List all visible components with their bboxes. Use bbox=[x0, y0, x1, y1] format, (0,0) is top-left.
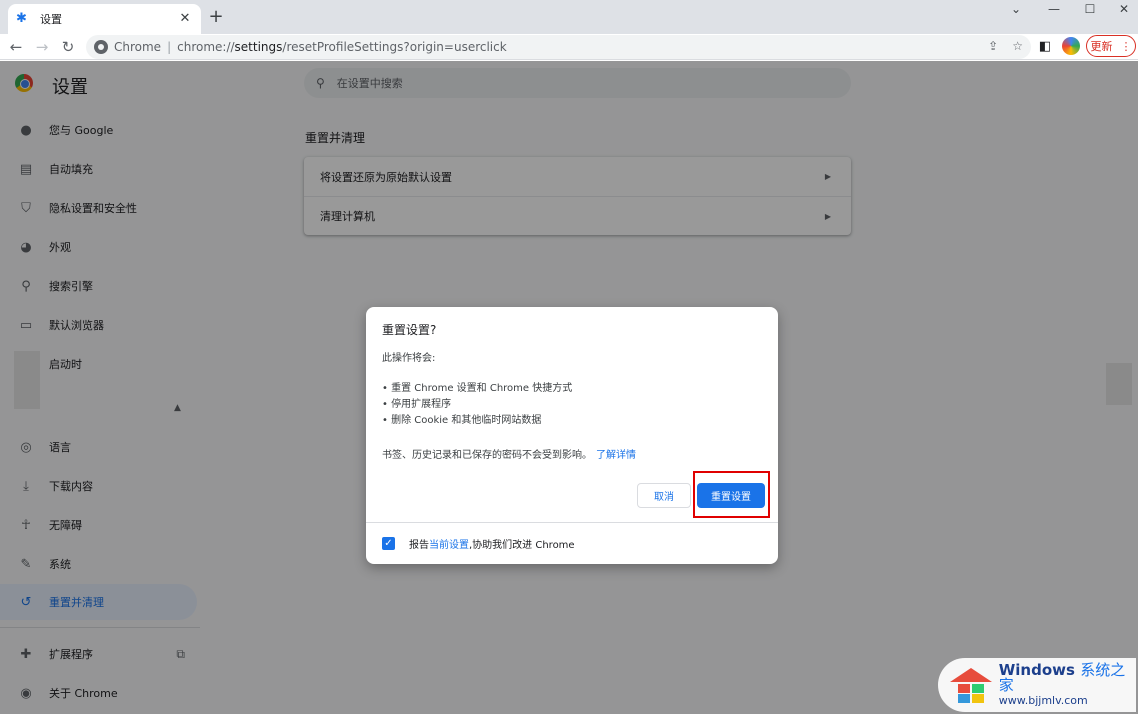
tab-settings[interactable]: ✱ 设置 ✕ bbox=[8, 4, 201, 34]
chevron-down-icon[interactable]: ⌄ bbox=[998, 0, 1034, 20]
back-button[interactable]: ← bbox=[6, 37, 26, 57]
list-item: 重置 Chrome 设置和 Chrome 快捷方式 bbox=[382, 381, 572, 397]
cancel-button[interactable]: 取消 bbox=[637, 483, 691, 508]
learn-more-link[interactable]: 了解详情 bbox=[596, 450, 636, 461]
more-icon: ⋮ bbox=[1120, 39, 1132, 53]
dialog-effects-list: 重置 Chrome 设置和 Chrome 快捷方式 停用扩展程序 删除 Cook… bbox=[382, 381, 572, 429]
new-tab-button[interactable]: + bbox=[206, 7, 226, 27]
minimize-button[interactable]: — bbox=[1036, 0, 1072, 20]
star-icon[interactable]: ☆ bbox=[1012, 39, 1023, 53]
list-item: 删除 Cookie 和其他临时网站数据 bbox=[382, 413, 572, 429]
reload-button[interactable]: ↻ bbox=[58, 37, 78, 57]
reset-settings-dialog: 重置设置? 此操作将会: 重置 Chrome 设置和 Chrome 快捷方式 停… bbox=[366, 307, 778, 564]
dialog-title: 重置设置? bbox=[382, 323, 437, 337]
report-checkbox[interactable]: ✓ bbox=[382, 537, 395, 550]
house-logo-icon bbox=[950, 668, 992, 703]
maximize-button[interactable]: ☐ bbox=[1072, 0, 1108, 20]
share-icon[interactable]: ⇪ bbox=[988, 39, 998, 53]
side-panel-icon[interactable]: ◧ bbox=[1036, 38, 1054, 56]
url-text: chrome://settings/resetProfileSettings?o… bbox=[177, 40, 507, 54]
gear-icon: ✱ bbox=[16, 11, 27, 26]
toolbar: ← → ↻ Chrome | chrome://settings/resetPr… bbox=[0, 34, 1138, 60]
watermark: Windows 系统之家 www.bjjmlv.com bbox=[938, 658, 1136, 712]
current-settings-link[interactable]: 当前设置 bbox=[429, 536, 469, 551]
list-item: 停用扩展程序 bbox=[382, 397, 572, 413]
dialog-footer: ✓ 报告 当前设置 ,协助我们改进 Chrome bbox=[366, 522, 778, 564]
tab-title: 设置 bbox=[40, 13, 62, 26]
dialog-intro: 此操作将会: bbox=[382, 353, 436, 364]
highlight-box bbox=[693, 471, 770, 518]
tab-strip: ✱ 设置 ✕ + ⌄ — ☐ ✕ bbox=[0, 0, 1138, 34]
url-separator: | bbox=[167, 40, 172, 54]
update-button[interactable]: 更新 ⋮ bbox=[1086, 35, 1136, 57]
site-chip: Chrome bbox=[114, 40, 162, 54]
forward-button[interactable]: → bbox=[32, 37, 52, 57]
chrome-site-icon bbox=[94, 40, 108, 54]
close-icon[interactable]: ✕ bbox=[177, 11, 193, 27]
address-bar[interactable]: Chrome | chrome://settings/resetProfileS… bbox=[86, 35, 1031, 59]
close-window-button[interactable]: ✕ bbox=[1106, 0, 1138, 20]
avatar[interactable] bbox=[1062, 37, 1080, 55]
dialog-note: 书签、历史记录和已保存的密码不会受到影响。 了解详情 bbox=[382, 450, 636, 461]
